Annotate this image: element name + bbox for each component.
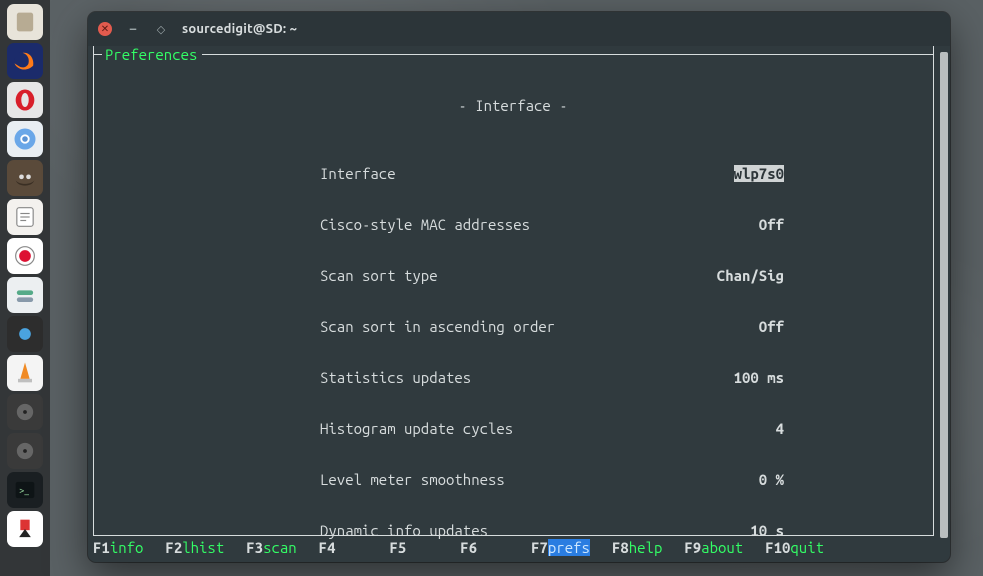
dock-transmission-icon[interactable] bbox=[7, 511, 43, 547]
frame-title: Preferences bbox=[104, 46, 198, 63]
fkey-f1[interactable]: F1info bbox=[93, 539, 143, 556]
dock-disk2-icon[interactable] bbox=[7, 433, 43, 469]
terminal-body: Preferences - Interface - Interface wlp7… bbox=[88, 46, 950, 562]
dock-firefox-icon[interactable] bbox=[7, 43, 43, 79]
pref-row-sort[interactable]: Scan sort type Chan/Sig bbox=[94, 267, 932, 284]
pref-value: Off bbox=[652, 318, 784, 335]
pref-row-hist[interactable]: Histogram update cycles 4 bbox=[94, 420, 932, 437]
fkey-f8[interactable]: F8help bbox=[612, 539, 662, 556]
minimize-icon[interactable]: – bbox=[126, 22, 140, 36]
pref-value: Off bbox=[652, 216, 784, 233]
pref-row-dyn[interactable]: Dynamic info updates 10 s bbox=[94, 522, 932, 539]
pref-row-cisco[interactable]: Cisco-style MAC addresses Off bbox=[94, 216, 932, 233]
pref-row-interface[interactable]: Interface wlp7s0 bbox=[94, 165, 932, 182]
pref-label: Cisco-style MAC addresses bbox=[320, 216, 530, 233]
dock-gimp-icon[interactable] bbox=[7, 160, 43, 196]
pref-value: 0 % bbox=[652, 471, 784, 488]
pref-value: Chan/Sig bbox=[652, 267, 784, 284]
dock-terminal-icon[interactable]: >_ bbox=[7, 472, 43, 508]
pref-label: Statistics updates bbox=[320, 369, 471, 386]
dock-shutter-icon[interactable] bbox=[7, 238, 43, 274]
section-interface: - Interface - bbox=[94, 97, 932, 114]
dock-texteditor-icon[interactable] bbox=[7, 199, 43, 235]
pref-label: Scan sort type bbox=[320, 267, 438, 284]
close-icon[interactable]: ✕ bbox=[98, 22, 112, 36]
dock-files-icon[interactable] bbox=[7, 4, 43, 40]
pref-value: 4 bbox=[652, 420, 784, 437]
pref-label: Interface bbox=[320, 165, 396, 182]
fkey-f5[interactable]: F5 bbox=[389, 539, 406, 556]
function-key-bar: F1info F2lhist F3scan F4 F5 F6 F7prefs F… bbox=[93, 539, 934, 556]
fkey-f6[interactable]: F6 bbox=[460, 539, 477, 556]
dock-software-icon[interactable] bbox=[7, 316, 43, 352]
fkey-f7[interactable]: F7prefs bbox=[531, 539, 590, 556]
pref-label: Histogram update cycles bbox=[320, 420, 513, 437]
terminal-window: ✕ – ◇ sourcedigit@SD: ~ Preferences - In… bbox=[88, 12, 950, 562]
maximize-icon[interactable]: ◇ bbox=[154, 22, 168, 36]
pref-label: Dynamic info updates bbox=[320, 522, 488, 539]
dock-settings-icon[interactable] bbox=[7, 277, 43, 313]
dock: >_ bbox=[0, 0, 50, 576]
window-title: sourcedigit@SD: ~ bbox=[182, 22, 297, 36]
dock-chromium-icon[interactable] bbox=[7, 121, 43, 157]
titlebar[interactable]: ✕ – ◇ sourcedigit@SD: ~ bbox=[88, 12, 950, 46]
dock-opera-icon[interactable] bbox=[7, 82, 43, 118]
fkey-f4[interactable]: F4 bbox=[319, 539, 336, 556]
dock-disk1-icon[interactable] bbox=[7, 394, 43, 430]
pref-label: Scan sort in ascending order bbox=[320, 318, 555, 335]
fkey-f3[interactable]: F3scan bbox=[246, 539, 296, 556]
scrollbar[interactable] bbox=[940, 52, 948, 538]
fkey-f2[interactable]: F2lhist bbox=[165, 539, 224, 556]
pref-value-selected[interactable]: wlp7s0 bbox=[734, 165, 784, 182]
preferences-content: - Interface - Interface wlp7s0 Cisco-sty… bbox=[94, 63, 932, 535]
dock-vlc-icon[interactable] bbox=[7, 355, 43, 391]
pref-label: Level meter smoothness bbox=[320, 471, 505, 488]
pref-row-asc[interactable]: Scan sort in ascending order Off bbox=[94, 318, 932, 335]
svg-text:>_: >_ bbox=[19, 485, 29, 496]
fkey-f10[interactable]: F10quit bbox=[765, 539, 824, 556]
fkey-f9[interactable]: F9about bbox=[684, 539, 743, 556]
pref-row-smooth[interactable]: Level meter smoothness 0 % bbox=[94, 471, 932, 488]
pref-value: 10 s bbox=[652, 522, 784, 539]
pref-value: 100 ms bbox=[652, 369, 784, 386]
pref-row-stats[interactable]: Statistics updates 100 ms bbox=[94, 369, 932, 386]
